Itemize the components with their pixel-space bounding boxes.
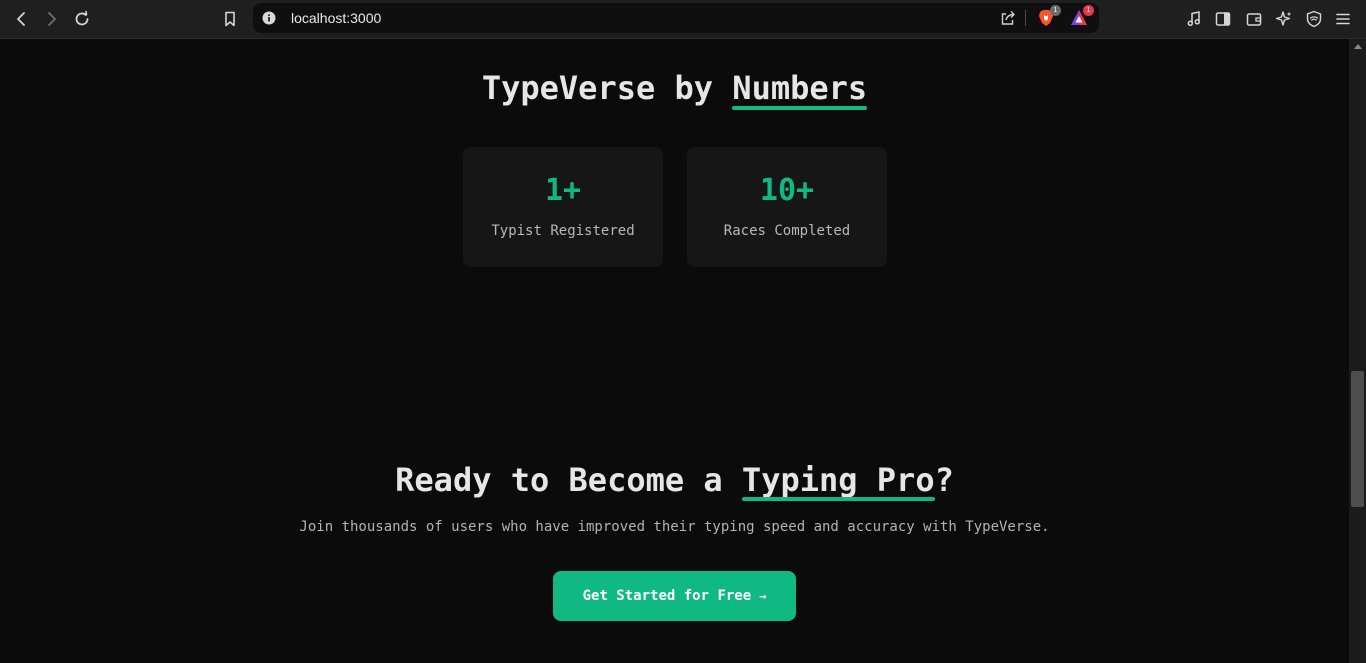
- bookmark-icon[interactable]: [218, 7, 242, 31]
- brave-rewards-icon[interactable]: 1: [1069, 5, 1094, 28]
- cta-title-suffix: ?: [934, 461, 954, 499]
- media-icon[interactable]: [1182, 7, 1206, 31]
- wallet-icon[interactable]: [1242, 7, 1266, 31]
- stat-value: 10+: [759, 173, 815, 208]
- get-started-button[interactable]: Get Started for Free →: [553, 571, 796, 621]
- stats-section-title: TypeVerse by Numbers: [0, 68, 1349, 110]
- brave-shields-icon[interactable]: 1: [1036, 5, 1061, 28]
- browser-toolbar: localhost:3000 1 1: [0, 0, 1366, 39]
- toolbar-divider: [1025, 10, 1026, 26]
- menu-icon[interactable]: [1331, 7, 1355, 31]
- address-bar[interactable]: localhost:3000 1 1: [253, 3, 1099, 33]
- stats-title-prefix: TypeVerse by: [481, 69, 733, 107]
- cta-subtitle: Join thousands of users who have improve…: [299, 519, 1050, 535]
- stat-label: Typist Registered: [491, 223, 635, 239]
- stat-label: Races Completed: [723, 223, 851, 239]
- stat-value: 1+: [544, 173, 582, 208]
- rewards-count-badge: 1: [1083, 5, 1094, 16]
- reload-icon[interactable]: [70, 7, 94, 31]
- scroll-up-arrow-icon[interactable]: [1354, 44, 1362, 49]
- back-icon[interactable]: [10, 7, 34, 31]
- page-content: TypeVerse by Numbers 1+ Typist Registere…: [0, 40, 1349, 663]
- share-icon[interactable]: [999, 9, 1017, 27]
- stat-card-typists: 1+ Typist Registered: [463, 147, 663, 267]
- leo-ai-icon[interactable]: [1272, 7, 1296, 31]
- cta-title-prefix: Ready to Become a: [395, 461, 742, 499]
- get-started-button-label: Get Started for Free: [582, 588, 752, 604]
- cta-title-accent: Typing Pro: [741, 461, 935, 501]
- vpn-icon[interactable]: [1302, 7, 1326, 31]
- sidebar-icon[interactable]: [1211, 7, 1235, 31]
- stat-card-races: 10+ Races Completed: [687, 147, 887, 267]
- arrow-right-icon: →: [759, 589, 767, 603]
- stats-title-accent: Numbers: [732, 69, 868, 110]
- url-text[interactable]: localhost:3000: [291, 9, 381, 27]
- cta-section-title: Ready to Become a Typing Pro?: [0, 459, 1349, 501]
- forward-icon[interactable]: [39, 7, 63, 31]
- shields-count-badge: 1: [1050, 5, 1061, 16]
- site-info-icon[interactable]: [262, 11, 276, 25]
- scrollbar-track[interactable]: [1349, 39, 1366, 663]
- scrollbar-thumb[interactable]: [1351, 371, 1364, 507]
